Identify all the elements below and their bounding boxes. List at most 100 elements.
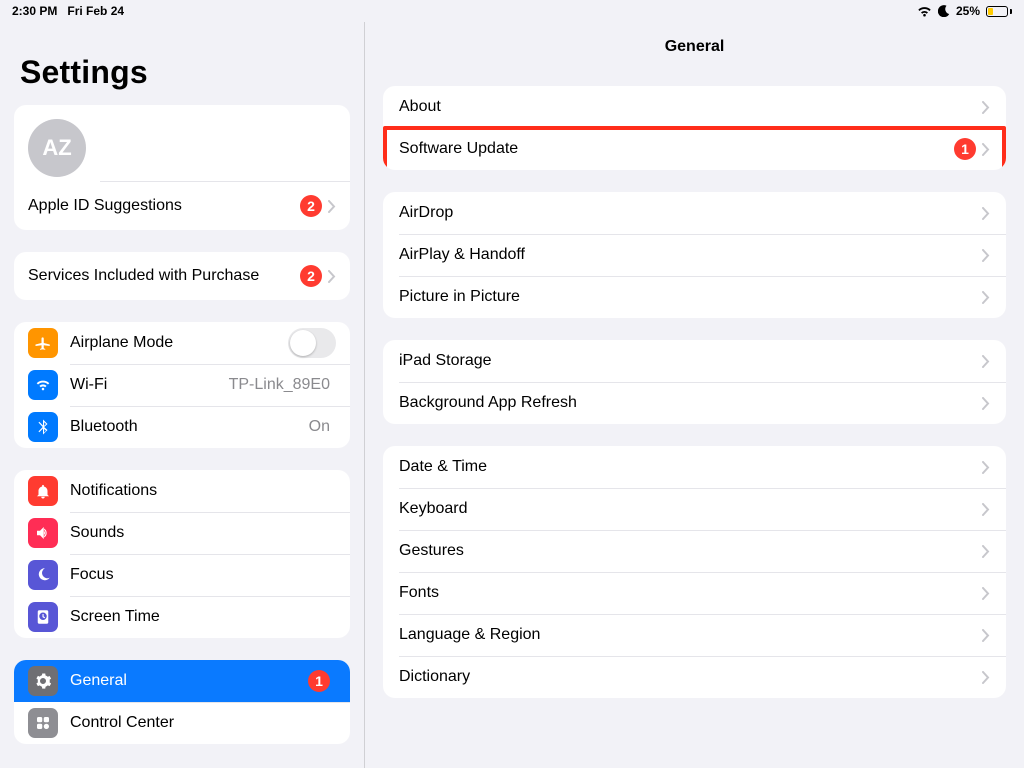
wifi-icon	[917, 6, 932, 17]
dictionary-label: Dictionary	[399, 668, 982, 686]
chevron-right-icon	[982, 629, 990, 642]
fonts-row[interactable]: Fonts	[383, 572, 1006, 614]
badge: 2	[300, 265, 322, 287]
chevron-right-icon	[982, 461, 990, 474]
airplane-mode-toggle[interactable]	[288, 328, 336, 358]
chevron-right-icon	[982, 503, 990, 516]
sounds-icon	[28, 518, 58, 548]
screen-time-row[interactable]: Screen Time	[14, 596, 350, 638]
focus-label: Focus	[70, 566, 336, 584]
general-group-3: iPad Storage Background App Refresh	[383, 340, 1006, 424]
chevron-right-icon	[982, 101, 990, 114]
general-group-4: Date & Time Keyboard Gestures Fonts	[383, 446, 1006, 698]
settings-sidebar: Settings AZ Apple ID Suggestions 2 Servi…	[0, 22, 365, 768]
gestures-label: Gestures	[399, 542, 982, 560]
connectivity-card: Airplane Mode Wi-Fi TP-Link_89E0 Bluetoo…	[14, 322, 350, 448]
general-panel: General About Software Update 1	[365, 22, 1024, 768]
date-time-row[interactable]: Date & Time	[383, 446, 1006, 488]
screen-time-label: Screen Time	[70, 608, 336, 626]
ipad-storage-row[interactable]: iPad Storage	[383, 340, 1006, 382]
keyboard-row[interactable]: Keyboard	[383, 488, 1006, 530]
software-update-row[interactable]: Software Update 1	[383, 128, 1006, 170]
chevron-right-icon	[982, 143, 990, 156]
software-update-label: Software Update	[399, 140, 954, 158]
chevron-right-icon	[982, 291, 990, 304]
language-region-row[interactable]: Language & Region	[383, 614, 1006, 656]
chevron-right-icon	[982, 355, 990, 368]
picture-in-picture-label: Picture in Picture	[399, 288, 982, 306]
general-label: General	[70, 672, 308, 690]
battery-icon	[986, 6, 1012, 17]
avatar: AZ	[28, 119, 86, 177]
wifi-row[interactable]: Wi-Fi TP-Link_89E0	[14, 364, 350, 406]
badge: 1	[954, 138, 976, 160]
airplane-icon	[28, 328, 58, 358]
background-app-refresh-row[interactable]: Background App Refresh	[383, 382, 1006, 424]
control-center-label: Control Center	[70, 714, 336, 732]
apple-id-suggestions-row[interactable]: Apple ID Suggestions 2	[14, 182, 350, 230]
services-included-label: Services Included with Purchase	[28, 267, 300, 285]
badge: 2	[300, 195, 322, 217]
airplane-mode-row[interactable]: Airplane Mode	[14, 322, 350, 364]
chevron-right-icon	[982, 671, 990, 684]
notifications-row[interactable]: Notifications	[14, 470, 350, 512]
general-row[interactable]: General 1	[14, 660, 350, 702]
apple-id-suggestions-label: Apple ID Suggestions	[28, 197, 300, 215]
services-card: Services Included with Purchase 2	[14, 252, 350, 300]
airdrop-label: AirDrop	[399, 204, 982, 222]
chevron-right-icon	[328, 270, 336, 283]
ipad-storage-label: iPad Storage	[399, 352, 982, 370]
background-app-refresh-label: Background App Refresh	[399, 394, 982, 412]
chevron-right-icon	[982, 207, 990, 220]
airdrop-row[interactable]: AirDrop	[383, 192, 1006, 234]
date-time-label: Date & Time	[399, 458, 982, 476]
bluetooth-row[interactable]: Bluetooth On	[14, 406, 350, 448]
bluetooth-value: On	[309, 418, 330, 436]
do-not-disturb-icon	[938, 5, 950, 17]
notifications-label: Notifications	[70, 482, 336, 500]
system-card: General 1 Control Center	[14, 660, 350, 744]
wifi-value: TP-Link_89E0	[229, 376, 330, 394]
profile-card: AZ Apple ID Suggestions 2	[14, 105, 350, 230]
status-date: Fri Feb 24	[67, 4, 124, 18]
about-row[interactable]: About	[383, 86, 1006, 128]
sounds-row[interactable]: Sounds	[14, 512, 350, 554]
services-included-row[interactable]: Services Included with Purchase 2	[14, 252, 350, 300]
status-time: 2:30 PM	[12, 4, 57, 18]
dictionary-row[interactable]: Dictionary	[383, 656, 1006, 698]
focus-icon	[28, 560, 58, 590]
focus-row[interactable]: Focus	[14, 554, 350, 596]
airplay-handoff-label: AirPlay & Handoff	[399, 246, 982, 264]
airplay-handoff-row[interactable]: AirPlay & Handoff	[383, 234, 1006, 276]
control-center-row[interactable]: Control Center	[14, 702, 350, 744]
status-bar: 2:30 PM Fri Feb 24 25%	[0, 0, 1024, 22]
general-group-1: About Software Update 1	[383, 86, 1006, 170]
notifications-card: Notifications Sounds Focus	[14, 470, 350, 638]
airplane-mode-label: Airplane Mode	[70, 334, 288, 352]
screen-time-icon	[28, 602, 58, 632]
general-group-2: AirDrop AirPlay & Handoff Picture in Pic…	[383, 192, 1006, 318]
fonts-label: Fonts	[399, 584, 982, 602]
panel-title: General	[365, 22, 1024, 86]
control-center-icon	[28, 708, 58, 738]
chevron-right-icon	[982, 397, 990, 410]
gestures-row[interactable]: Gestures	[383, 530, 1006, 572]
chevron-right-icon	[328, 200, 336, 213]
chevron-right-icon	[982, 545, 990, 558]
bluetooth-icon	[28, 412, 58, 442]
notifications-icon	[28, 476, 58, 506]
picture-in-picture-row[interactable]: Picture in Picture	[383, 276, 1006, 318]
sounds-label: Sounds	[70, 524, 336, 542]
gear-icon	[28, 666, 58, 696]
wifi-settings-icon	[28, 370, 58, 400]
battery-percentage: 25%	[956, 4, 980, 18]
settings-title: Settings	[20, 54, 350, 91]
language-region-label: Language & Region	[399, 626, 982, 644]
chevron-right-icon	[982, 587, 990, 600]
apple-id-row[interactable]: AZ	[14, 105, 350, 181]
bluetooth-label: Bluetooth	[70, 418, 309, 436]
badge: 1	[308, 670, 330, 692]
about-label: About	[399, 98, 982, 116]
keyboard-label: Keyboard	[399, 500, 982, 518]
wifi-label: Wi-Fi	[70, 376, 229, 394]
